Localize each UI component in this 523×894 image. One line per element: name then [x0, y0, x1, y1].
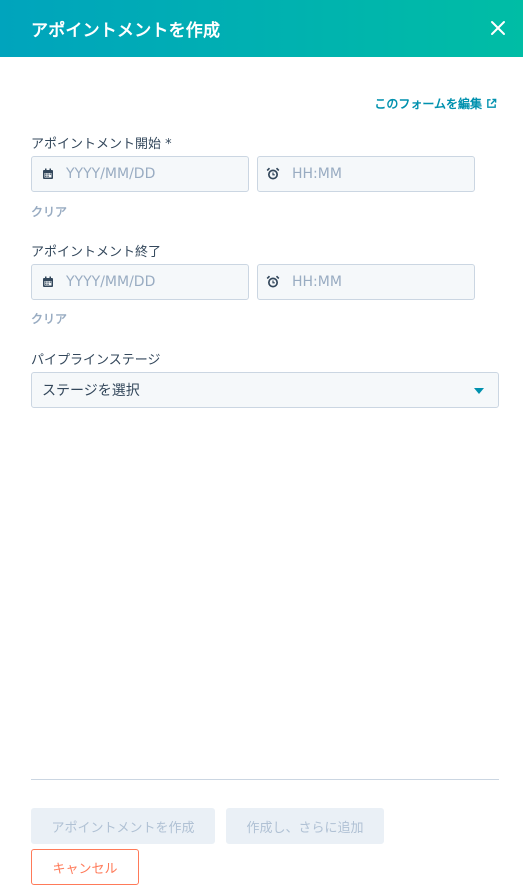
dialog-title: アポイントメントを作成 [31, 21, 221, 41]
end-label: アポイントメント終了 [31, 245, 162, 260]
start-time-placeholder: HH:MM [292, 166, 342, 182]
start-date-placeholder: YYYY/MM/DD [66, 166, 156, 182]
pipeline-stage-value: ステージを選択 [42, 383, 140, 399]
external-link-icon [487, 98, 497, 108]
close-icon [491, 21, 505, 35]
start-date-input[interactable]: YYYY/MM/DD [31, 156, 249, 192]
end-date-placeholder: YYYY/MM/DD [66, 274, 156, 290]
end-clear-link[interactable]: クリア [31, 310, 67, 327]
edit-form-link-label: このフォームを編集 [374, 97, 482, 111]
cancel-button[interactable]: キャンセル [31, 849, 139, 885]
dialog-header: アポイントメントを作成 [0, 0, 523, 57]
pipeline-stage-select[interactable]: ステージを選択 [31, 372, 499, 408]
start-time-input[interactable]: HH:MM [257, 156, 475, 192]
pipeline-stage-label: パイプラインステージ [31, 353, 161, 368]
footer-divider [31, 779, 499, 780]
start-label: アポイントメント開始 * [31, 137, 172, 152]
create-and-add-button[interactable]: 作成し、さらに追加 [226, 808, 384, 844]
close-button[interactable] [483, 13, 513, 43]
end-time-input[interactable]: HH:MM [257, 264, 475, 300]
create-appointment-button[interactable]: アポイントメントを作成 [31, 808, 215, 844]
alarm-clock-icon [266, 275, 280, 289]
end-date-input[interactable]: YYYY/MM/DD [31, 264, 249, 300]
calendar-icon [41, 275, 55, 289]
edit-form-link[interactable]: このフォームを編集 [374, 95, 497, 112]
alarm-clock-icon [266, 167, 280, 181]
end-time-placeholder: HH:MM [292, 274, 342, 290]
caret-down-icon [474, 388, 484, 394]
calendar-icon [41, 167, 55, 181]
start-clear-link[interactable]: クリア [31, 203, 67, 220]
